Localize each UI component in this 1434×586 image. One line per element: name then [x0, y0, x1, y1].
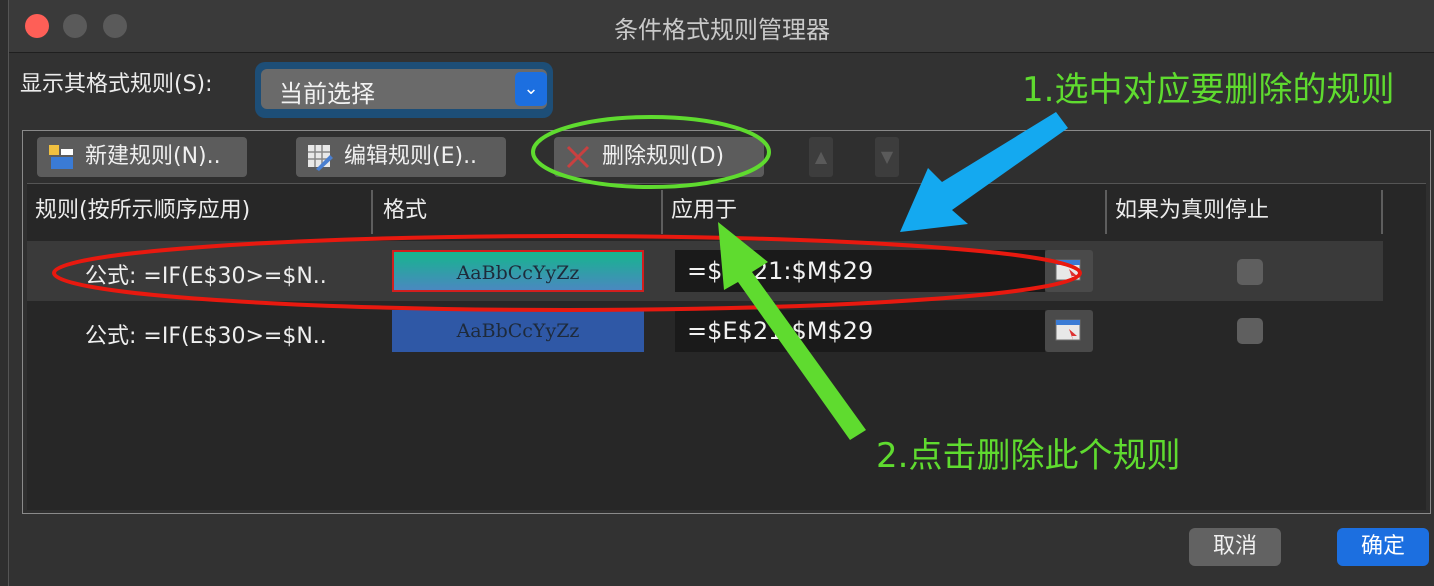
annotation-step2: 2.点击删除此个规则: [876, 436, 1181, 476]
annotation-step1: 1.选中对应要删除的规则: [1022, 70, 1395, 110]
blue-arrow: [900, 112, 1068, 232]
selection-highlight-ellipse: [52, 234, 1082, 312]
green-arrow: [718, 222, 866, 440]
delete-button-highlight-ellipse: [531, 115, 771, 189]
